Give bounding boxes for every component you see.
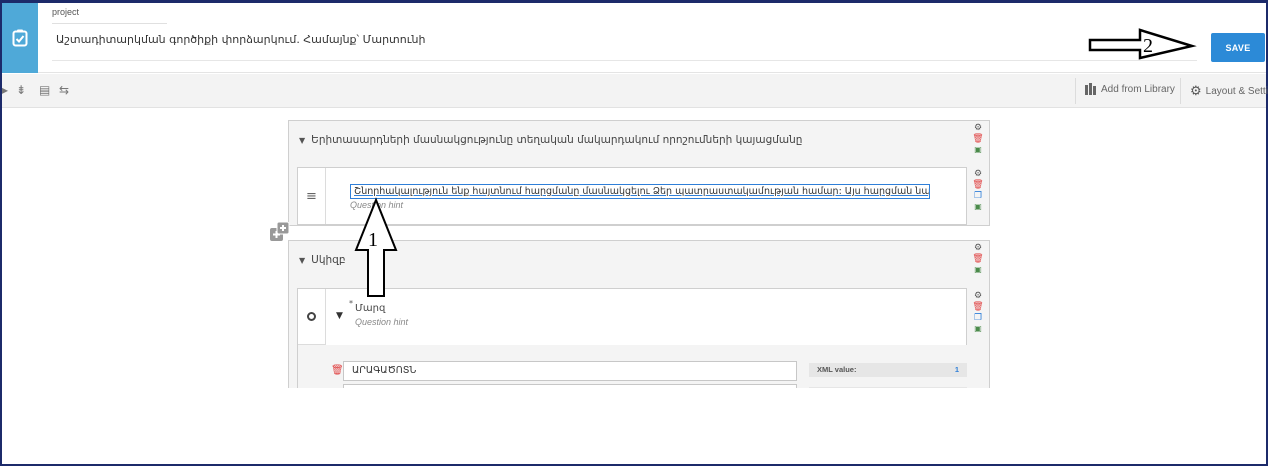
annotation-number-1: 1: [368, 229, 378, 251]
annotation-number-2: 2: [1143, 35, 1153, 57]
annotation-arrow-2: [1088, 28, 1197, 60]
annotation-layer: [354, 28, 1197, 297]
